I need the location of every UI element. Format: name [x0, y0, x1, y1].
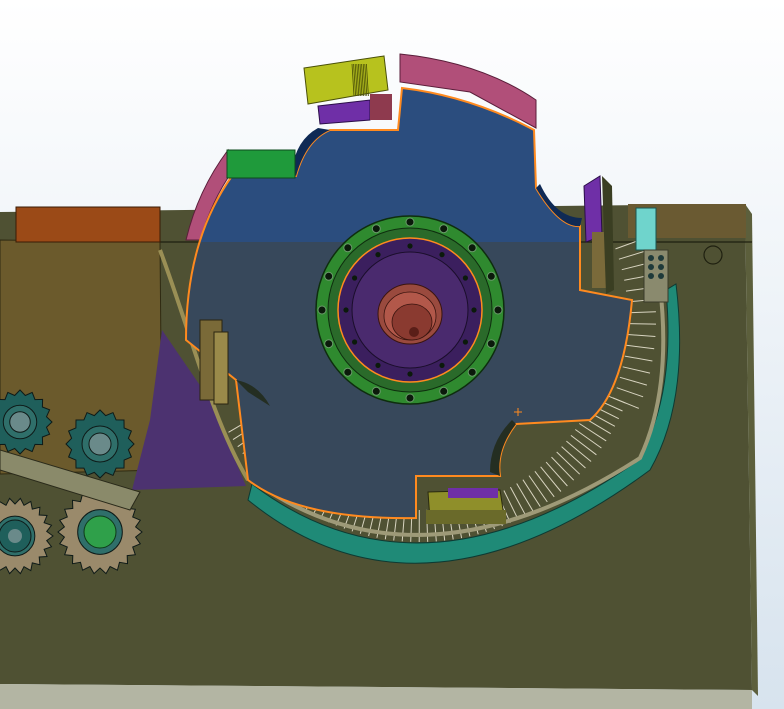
hub-inner-bolt: [407, 243, 413, 249]
central-hub[interactable]: [315, 215, 505, 405]
gear-bore: [88, 432, 112, 456]
bracket-bolt: [648, 264, 654, 270]
hub-outer-bolt: [343, 367, 353, 377]
hub-inner-bolt: [352, 275, 358, 281]
housing-bolt-hole[interactable]: [703, 245, 723, 265]
lower-bracket[interactable]: [426, 488, 506, 524]
hub-outer-bolt: [439, 224, 449, 234]
hub-outer-bolt: [324, 271, 334, 281]
gear-teal-bore: [8, 529, 22, 543]
hub-outer-bolt: [343, 243, 353, 253]
hub-outer-bolt: [467, 367, 477, 377]
hub-inner-bolt: [343, 307, 349, 313]
rotor-assembly-model[interactable]: [0, 0, 784, 709]
bracket-bolt: [658, 264, 664, 270]
left-orange-block[interactable]: [15, 206, 161, 243]
cad-3d-viewport[interactable]: [0, 0, 784, 709]
hub-outer-bolt: [467, 243, 477, 253]
hub-outer-bolt: [486, 339, 496, 349]
hub-outer-bolt: [317, 305, 327, 315]
hub-outer-bolt: [371, 224, 381, 234]
left-bearing-supports: [199, 319, 229, 405]
hub-outer-bolt: [439, 386, 449, 396]
hub-outer-bolt: [324, 339, 334, 349]
gear-bore: [9, 411, 31, 433]
hub-outer-bolt: [486, 271, 496, 281]
hub-inner-bolt: [439, 252, 445, 258]
hub-outer-bolt: [405, 217, 415, 227]
hub-outer-bolt: [493, 305, 503, 315]
hub-inner-bolt: [375, 252, 381, 258]
hub-inner-bolt: [352, 339, 358, 345]
gear-upper-right: [65, 409, 135, 479]
gear-green-shaft: [83, 515, 117, 549]
hub-outer-bolt: [405, 393, 415, 403]
bracket-bolt: [658, 273, 664, 279]
hub-outer-bolt: [371, 386, 381, 396]
hub-inner-bolt: [439, 362, 445, 368]
hub-inner-bolt: [471, 307, 477, 313]
bracket-bolt: [658, 255, 664, 261]
hub-inner-bolt: [462, 339, 468, 345]
hub-inner-bolt: [407, 371, 413, 377]
bracket-bolt: [648, 273, 654, 279]
hub-inner-bolt: [375, 362, 381, 368]
rotor-green-block[interactable]: [226, 149, 296, 179]
drive-shaft[interactable]: [377, 283, 443, 345]
hub-inner-bolt: [462, 275, 468, 281]
bracket-bolt: [648, 255, 654, 261]
comb-tooth: [627, 323, 657, 325]
